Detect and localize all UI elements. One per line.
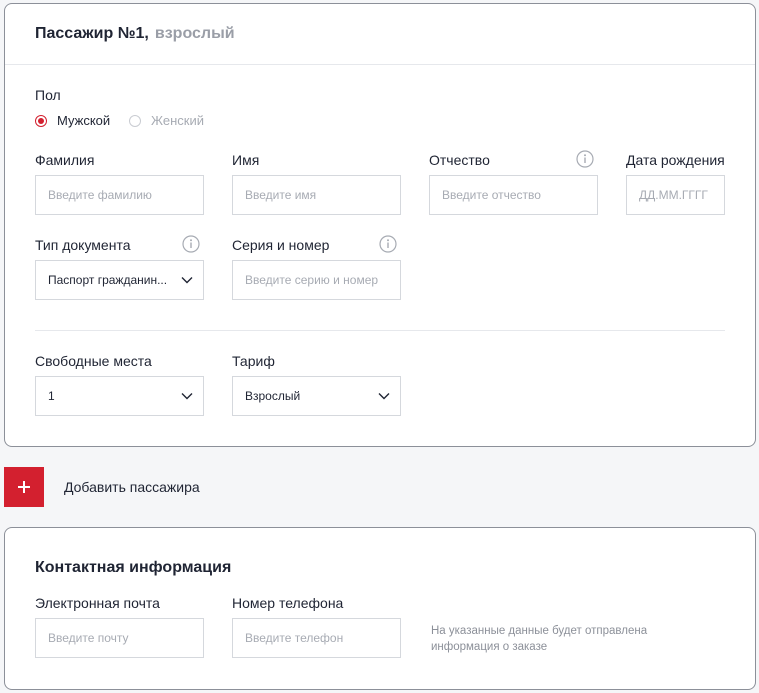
contact-note: На указанные данные будет отправлена инф… <box>431 623 647 655</box>
patronymic-input[interactable]: Введите отчество <box>429 175 598 215</box>
seats-select[interactable]: 1 <box>35 376 204 416</box>
document-number-label: Серия и номер <box>232 237 330 253</box>
birth-date-input[interactable]: ДД.ММ.ГГГГ <box>626 175 725 215</box>
birth-date-label: Дата рождения <box>626 152 725 168</box>
gender-radio-male[interactable]: Мужской <box>35 113 110 128</box>
gender-female-label: Женский <box>151 113 204 128</box>
last-name-input[interactable]: Введите фамилию <box>35 175 204 215</box>
gender-label: Пол <box>35 87 61 103</box>
email-label: Электронная почта <box>35 595 160 611</box>
tariff-value: Взрослый <box>245 389 301 403</box>
tariff-select[interactable]: Взрослый <box>232 376 401 416</box>
document-type-info-icon[interactable] <box>182 235 200 253</box>
patronymic-label: Отчество <box>429 152 490 168</box>
document-type-value: Паспорт гражданин... <box>48 273 168 287</box>
radio-checked-icon <box>35 114 47 127</box>
section-divider <box>35 330 725 331</box>
first-name-label: Имя <box>232 152 260 168</box>
document-type-label: Тип документа <box>35 237 131 253</box>
add-passenger-button[interactable] <box>4 467 44 507</box>
seats-label: Свободные места <box>35 353 152 369</box>
plus-icon <box>18 481 30 493</box>
last-name-label: Фамилия <box>35 152 95 168</box>
passenger-header: Пассажир №1, взрослый <box>5 4 755 65</box>
gender-radio-female[interactable]: Женский <box>129 113 204 128</box>
chevron-down-icon <box>378 393 390 400</box>
chevron-down-icon <box>181 277 193 284</box>
add-passenger-label[interactable]: Добавить пассажира <box>64 479 200 495</box>
radio-unchecked-icon <box>129 114 141 127</box>
passenger-subtitle: взрослый <box>154 25 235 42</box>
document-number-info-icon[interactable] <box>379 235 397 253</box>
patronymic-info-icon[interactable] <box>576 150 594 168</box>
contact-note-line1: На указанные данные будет отправлена <box>431 625 648 637</box>
contact-card: Контактная информация Электронная почта … <box>4 527 756 690</box>
passenger-card: Пассажир №1, взрослый Пол Мужской Женски… <box>4 3 756 447</box>
phone-input[interactable]: Введите телефон <box>232 618 401 658</box>
tariff-label: Тариф <box>232 353 275 369</box>
passenger-title: Пассажир №1, <box>35 25 149 42</box>
phone-label: Номер телефона <box>232 595 344 611</box>
first-name-input[interactable]: Введите имя <box>232 175 401 215</box>
contact-note-line2: информация о заказе <box>431 641 548 653</box>
seats-value: 1 <box>48 389 55 403</box>
email-input[interactable]: Введите почту <box>35 618 204 658</box>
document-type-select[interactable]: Паспорт гражданин... <box>35 260 204 300</box>
document-number-input[interactable]: Введите серию и номер <box>232 260 401 300</box>
chevron-down-icon <box>181 393 193 400</box>
gender-male-label: Мужской <box>57 113 111 128</box>
contact-title: Контактная информация <box>35 559 232 576</box>
